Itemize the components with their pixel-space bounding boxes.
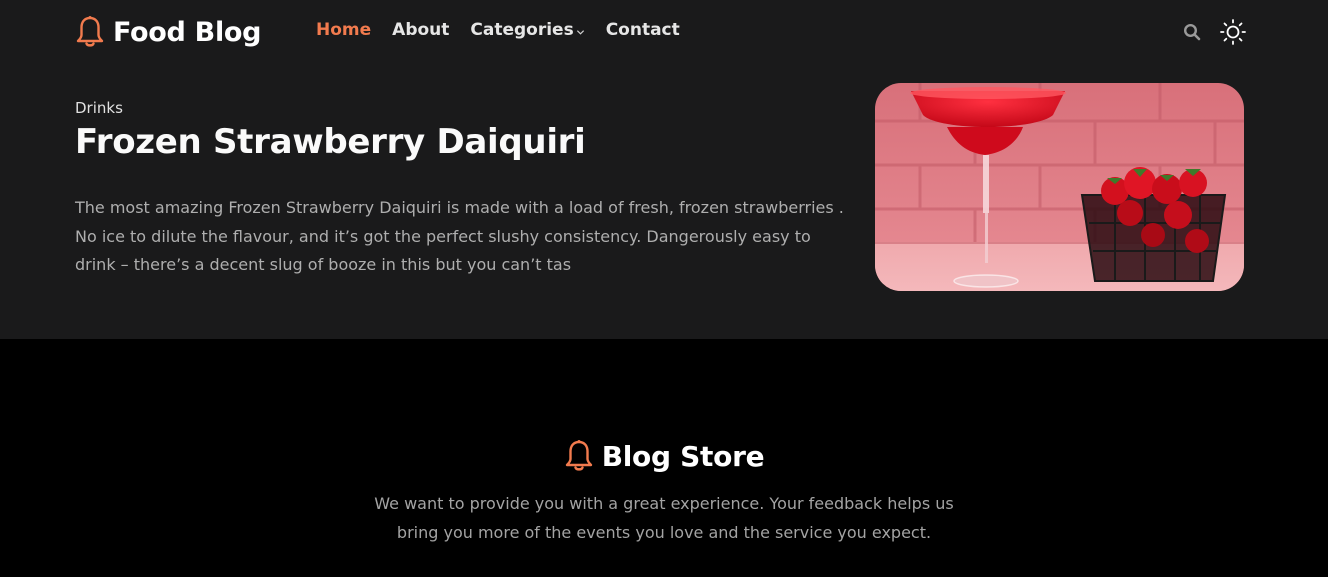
brand-name: Food Blog [113, 16, 262, 48]
post-description: The most amazing Frozen Strawberry Daiqu… [75, 198, 844, 274]
daiquiri-illustration [875, 83, 1244, 291]
post-category[interactable]: Drinks [75, 99, 123, 117]
nav-categories[interactable]: Categories [470, 20, 584, 40]
top-section: Food Blog Home About Categories Contact [0, 0, 1328, 339]
bell-icon [565, 440, 592, 471]
theme-toggle-button[interactable] [1219, 18, 1247, 46]
store-logo[interactable]: Blog Store [0, 439, 1328, 473]
nav-contact[interactable]: Contact [606, 20, 680, 40]
post-title[interactable]: Frozen Strawberry Daiquiri [75, 122, 586, 162]
store-description: We want to provide you with a great expe… [0, 490, 1328, 547]
chevron-down-icon [576, 29, 584, 35]
store-description-line-1: We want to provide you with a great expe… [374, 494, 954, 513]
search-button[interactable] [1182, 22, 1202, 42]
search-icon [1183, 23, 1201, 41]
daiquiri-image[interactable] [875, 83, 1244, 291]
nav-categories-label: Categories [470, 20, 574, 40]
brand-logo[interactable]: Food Blog [75, 15, 261, 49]
nav-home[interactable]: Home [316, 20, 371, 40]
sun-icon [1220, 19, 1246, 45]
store-description-line-2: bring you more of the events you love an… [396, 522, 932, 542]
main-nav: Home About Categories Contact [316, 20, 701, 40]
nav-about[interactable]: About [392, 20, 449, 40]
bell-icon [76, 16, 104, 47]
store-name: Blog Store [601, 439, 765, 473]
